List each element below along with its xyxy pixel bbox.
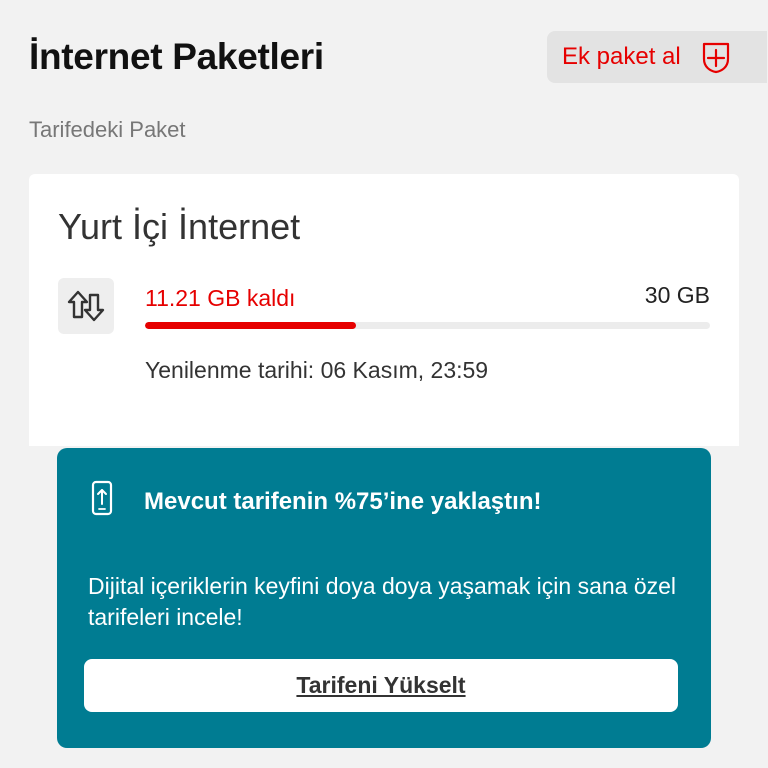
page-title: İnternet Paketleri [29,36,324,77]
upgrade-tariff-button[interactable]: Tarifeni Yükselt [84,659,678,712]
package-name: Yurt İçi İnternet [58,206,301,247]
data-transfer-arrows-icon [58,278,114,334]
package-card[interactable]: Yurt İçi İnternet 11.21 GB kaldı 30 GB Y… [29,174,739,446]
add-package-button[interactable]: Ek paket al [547,31,767,83]
plus-circle-icon [698,39,734,75]
total-data: 30 GB [644,282,710,308]
remaining-data: 11.21 GB kaldı [145,285,296,311]
section-label: Tarifedeki Paket [29,117,186,142]
phone-upload-icon [91,480,113,521]
usage-progress-fill [145,322,357,329]
renewal-date: Yenilenme tarihi: 06 Kasım, 23:59 [145,357,489,383]
internet-packages-screen: İnternet Paketleri Ek paket al Tarifedek… [0,0,768,768]
add-package-label: Ek paket al [562,43,681,70]
usage-progress-bar [145,322,710,329]
upgrade-promo-banner: Mevcut tarifenin %75’ine yaklaştın! Diji… [57,448,711,748]
promo-title: Mevcut tarifenin %75’ine yaklaştın! [144,488,542,515]
promo-description: Dijital içeriklerin keyfini doya doya ya… [88,573,677,630]
